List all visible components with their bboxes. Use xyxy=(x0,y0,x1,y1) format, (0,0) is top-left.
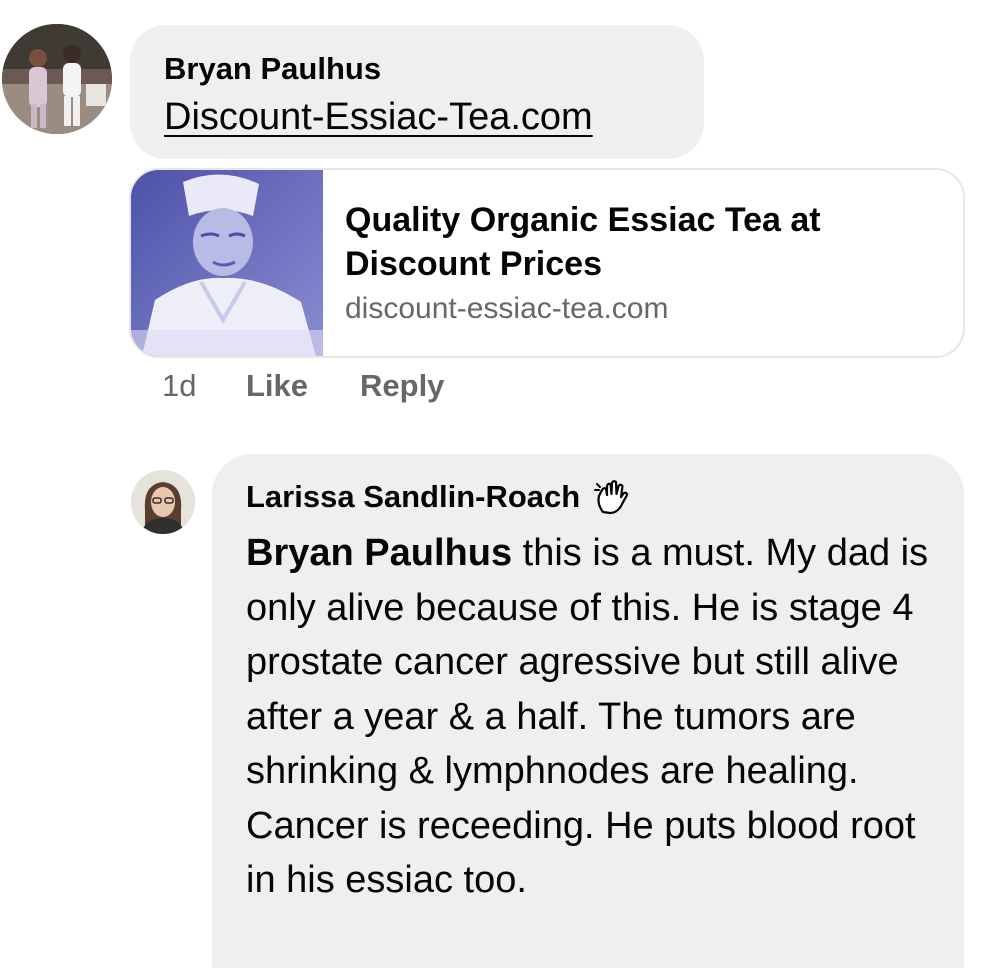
preview-domain: discount-essiac-tea.com xyxy=(345,292,669,325)
comment-author[interactable]: Bryan Paulhus xyxy=(164,51,381,87)
reply-button[interactable]: Reply xyxy=(360,368,444,404)
reply-text: Bryan Paulhus this is a must. My dad is … xyxy=(246,526,946,908)
link-preview-card[interactable]: Quality Organic Essiac Tea at Discount P… xyxy=(129,168,965,358)
avatar[interactable] xyxy=(131,470,195,534)
waving-hand-icon xyxy=(593,478,631,516)
comment-link[interactable]: Discount-Essiac-Tea.com xyxy=(164,96,593,139)
comment-bubble: Bryan Paulhus Discount-Essiac-Tea.com xyxy=(130,25,704,159)
nurse-portrait-icon xyxy=(131,170,323,356)
reply-author-row: Larissa Sandlin-Roach xyxy=(246,478,631,518)
avatar[interactable] xyxy=(2,24,112,134)
reply-author[interactable]: Larissa Sandlin-Roach xyxy=(246,479,580,514)
reply-bubble: Larissa Sandlin-Roach Bryan Paulhus this… xyxy=(212,454,964,968)
timestamp[interactable]: 1d xyxy=(162,368,196,404)
avatar-photo-icon xyxy=(2,24,112,134)
comments-thread: Bryan Paulhus Discount-Essiac-Tea.com Qu… xyxy=(0,0,1000,968)
reply-body: this is a must. My dad is only alive bec… xyxy=(246,532,929,901)
preview-thumbnail xyxy=(131,170,323,356)
preview-title: Quality Organic Essiac Tea at Discount P… xyxy=(345,201,821,283)
avatar-photo-icon xyxy=(131,470,195,534)
mention-link[interactable]: Bryan Paulhus xyxy=(246,532,512,574)
like-button[interactable]: Like xyxy=(246,368,308,404)
